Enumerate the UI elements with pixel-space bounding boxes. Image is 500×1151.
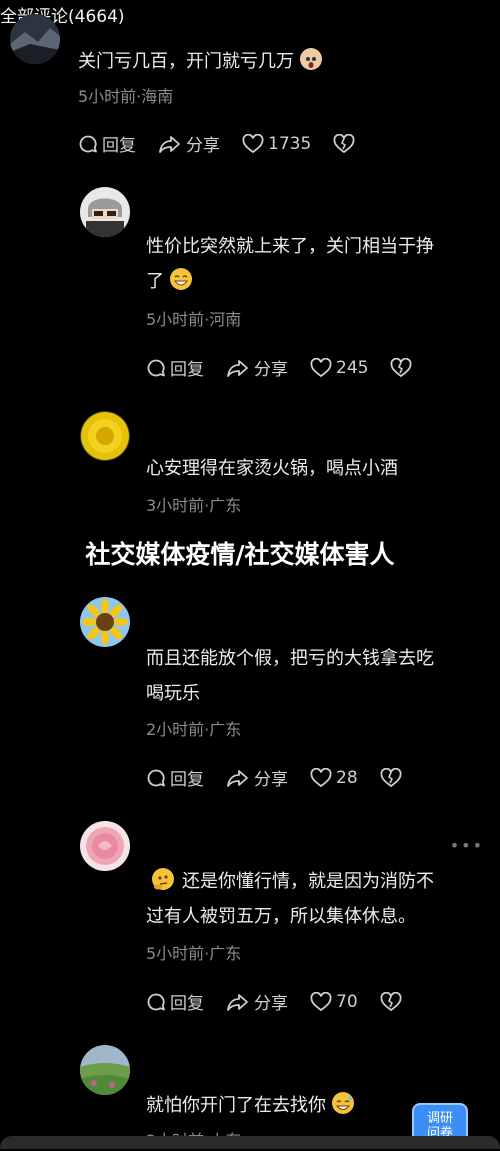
broken-heart-icon	[333, 133, 355, 153]
share-icon	[227, 993, 248, 1011]
reply-icon	[79, 135, 97, 152]
dislike-button[interactable]	[380, 767, 406, 788]
comment-actions: 回复 分享 1735	[78, 131, 359, 156]
avatar-cartoon-character-image	[80, 187, 130, 237]
broken-heart-icon	[380, 991, 402, 1011]
thinking-emoji	[152, 868, 174, 890]
comment-text: 就怕你开门了在去找你	[146, 1088, 354, 1123]
reply-button[interactable]: 回复	[146, 765, 204, 790]
avatar-dark-landscape-image	[10, 14, 60, 64]
share-icon	[159, 135, 180, 153]
reply-button[interactable]: 回复	[146, 989, 204, 1014]
more-options-button[interactable]: •••	[450, 836, 484, 855]
avatar[interactable]	[80, 411, 130, 461]
avatar[interactable]	[80, 187, 130, 237]
comment-text: 而且还能放个假，把亏的大钱拿去吃 喝玩乐	[146, 648, 434, 704]
like-count: 70	[336, 991, 358, 1012]
like-button[interactable]: 1735	[242, 133, 312, 154]
broken-heart-icon	[390, 357, 412, 377]
comment-meta: 5小时前·海南	[78, 87, 174, 106]
like-count: 245	[336, 357, 369, 378]
reply-button[interactable]: 回复	[78, 131, 136, 156]
avatar[interactable]	[80, 597, 130, 647]
like-count: 1735	[268, 133, 312, 154]
dislike-button[interactable]	[390, 357, 416, 378]
overlay-article-title: 社交媒体疫情/社交媒体害人	[85, 540, 395, 569]
heart-icon	[310, 357, 332, 377]
comment-actions: 回复 分享 28	[146, 765, 406, 790]
avatar[interactable]	[10, 14, 60, 64]
comment-text: 性价比突然就上来了，关门相当于挣 了	[146, 236, 434, 292]
share-button[interactable]: 分享	[226, 989, 288, 1014]
reply-icon	[147, 769, 165, 786]
like-button[interactable]: 70	[310, 991, 358, 1012]
heart-icon	[242, 133, 264, 153]
share-button[interactable]: 分享	[158, 131, 220, 156]
heart-icon	[310, 767, 332, 787]
share-button[interactable]: 分享	[226, 355, 288, 380]
share-icon	[227, 769, 248, 787]
share-icon	[227, 359, 248, 377]
comment-text: 心安理得在家烫火锅，喝点小酒	[146, 458, 398, 479]
comment-text: 还是你懂行情，就是因为消防不 过有人被罚五万，所以集体休息。	[146, 864, 434, 934]
share-button[interactable]: 分享	[226, 765, 288, 790]
comment-meta: 5小时前·河南	[146, 310, 242, 329]
grinning-emoji	[170, 268, 192, 290]
dislike-button[interactable]	[333, 133, 359, 154]
avatar-sunflower-image	[80, 597, 130, 647]
avatar-pink-rose-image	[80, 821, 130, 871]
comment-text: 关门亏几百，开门就亏几万	[78, 44, 322, 79]
comment-meta: 3小时前·广东	[146, 496, 242, 515]
like-count: 28	[336, 767, 358, 788]
comment-actions: 回复 分享 245	[146, 355, 416, 380]
heart-icon	[310, 991, 332, 1011]
avatar-yellow-flower-image	[80, 411, 130, 461]
avatar[interactable]	[80, 821, 130, 871]
bottom-input-bar[interactable]	[0, 1136, 500, 1149]
astonished-cat-emoji	[300, 48, 322, 70]
reply-icon	[147, 993, 165, 1010]
comments-header: 全部评论(4664)	[0, 0, 500, 30]
reply-button[interactable]: 回复	[146, 355, 204, 380]
reply-icon	[147, 359, 165, 376]
like-button[interactable]: 245	[310, 357, 369, 378]
avatar[interactable]	[80, 1045, 130, 1095]
comment-meta: 5小时前·广东	[146, 944, 242, 963]
dislike-button[interactable]	[380, 991, 406, 1012]
like-button[interactable]: 28	[310, 767, 358, 788]
comment-actions: 回复 分享 70	[146, 989, 406, 1014]
broken-heart-icon	[380, 767, 402, 787]
avatar-green-field-image	[80, 1045, 130, 1095]
comment-meta: 2小时前·广东	[146, 720, 242, 739]
sweat-smile-emoji	[332, 1092, 354, 1114]
